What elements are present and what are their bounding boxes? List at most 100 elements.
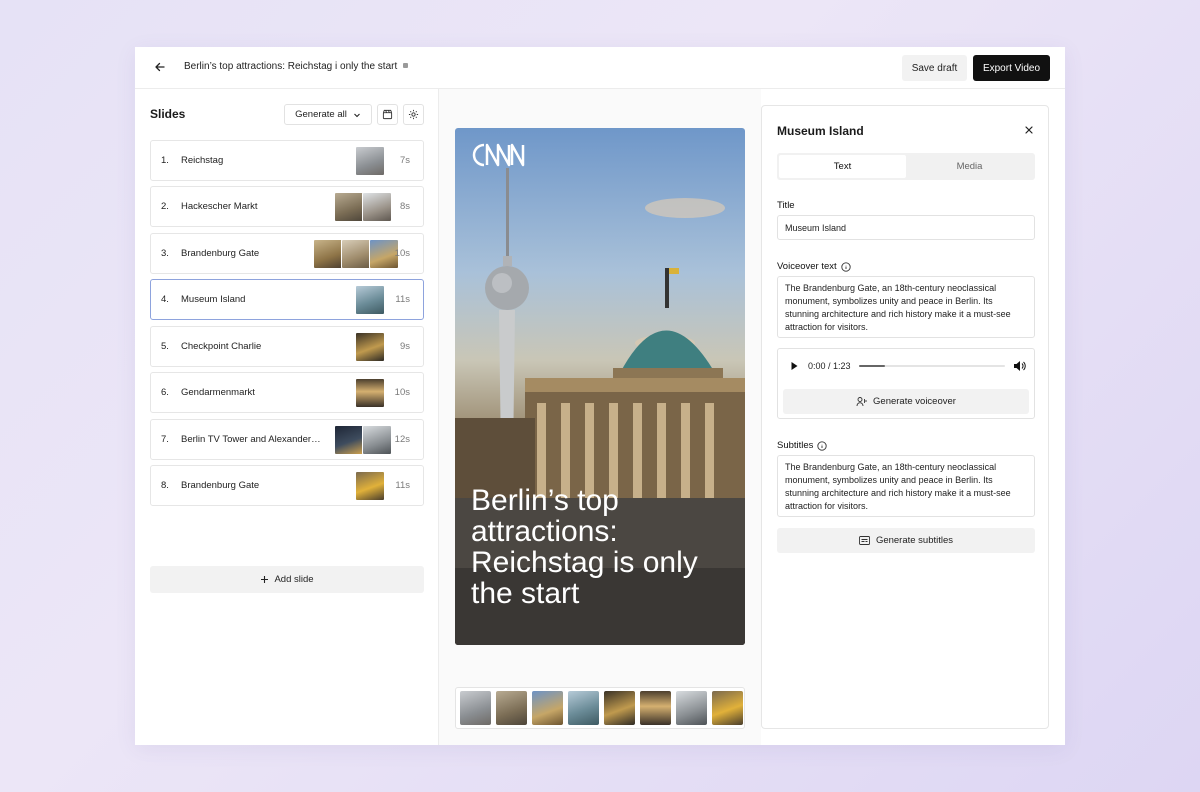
voiceover-textarea[interactable]: The Brandenburg Gate, an 18th-century ne… (777, 276, 1035, 338)
slide-thumbnails (355, 285, 385, 315)
slide-thumbnail (313, 239, 343, 269)
preview-area: Berlin’s top attractions: Reichstag is o… (439, 89, 761, 745)
slide-name: Brandenburg Gate (181, 248, 260, 259)
slide-name: Gendarmenmarkt (181, 387, 255, 398)
slide-number: 1. (161, 155, 169, 166)
slide-name: Brandenburg Gate (181, 480, 260, 491)
slide-thumbnails (334, 192, 392, 222)
slide-duration: 10s (394, 387, 410, 398)
slide-thumbnails (355, 146, 385, 176)
save-status-icon (403, 63, 409, 68)
filmstrip-thumbnail[interactable] (640, 691, 671, 725)
slide-duration: 12s (394, 434, 410, 445)
slide-name: Reichstag (181, 155, 224, 166)
clapperboard-button[interactable] (377, 104, 398, 125)
filmstrip-thumbnail[interactable] (712, 691, 743, 725)
slide-thumbnail (334, 425, 364, 455)
subtitles-label-text: Subtitles (777, 440, 814, 451)
settings-button[interactable] (403, 104, 424, 125)
slide-headline: Berlin’s top attractions: Reichstag is o… (471, 484, 698, 610)
volume-icon[interactable] (1013, 360, 1026, 372)
slide-row-2[interactable]: 2. Hackescher Markt 8s (150, 186, 424, 227)
filmstrip-thumbnail[interactable] (532, 691, 563, 725)
tab-text[interactable]: Text (779, 155, 906, 178)
generate-voiceover-button[interactable]: Generate voiceover (783, 389, 1029, 414)
slide-row-7[interactable]: 7. Berlin TV Tower and Alexander… 12s (150, 419, 424, 460)
slide-name: Checkpoint Charlie (181, 341, 262, 352)
slide-number: 4. (161, 294, 169, 305)
slide-duration: 9s (399, 341, 410, 352)
export-video-button[interactable]: Export Video (973, 55, 1050, 81)
close-icon[interactable] (1024, 125, 1034, 135)
document-title[interactable]: Berlin’s top attractions: Reichstag i on… (184, 61, 409, 72)
audio-time: 0:00 / 1:23 (808, 361, 851, 371)
audio-progress-slider[interactable] (859, 365, 1005, 367)
filmstrip-thumbnail[interactable] (676, 691, 707, 725)
generate-subtitles-label: Generate subtitles (875, 535, 954, 546)
slide-thumbnail (362, 425, 392, 455)
slide-row-6[interactable]: 6. Gendarmenmarkt 10s (150, 372, 424, 413)
title-label-text: Title (777, 200, 795, 211)
slide-thumbnail (355, 332, 385, 362)
slide-duration: 8s (399, 201, 410, 212)
slide-thumbnail (355, 378, 385, 408)
editor-window: Berlin’s top attractions: Reichstag i on… (135, 47, 1065, 745)
generate-all-button[interactable]: Generate all (284, 104, 372, 125)
slide-number: 7. (161, 434, 169, 445)
back-arrow-icon[interactable] (153, 60, 167, 74)
plus-icon (261, 576, 269, 583)
add-slide-label: Add slide (274, 574, 314, 585)
subtitles-label: Subtitles (777, 440, 828, 451)
filmstrip-thumbnail[interactable] (604, 691, 635, 725)
slide-row-4[interactable]: 4. Museum Island 11s (150, 279, 424, 320)
title-input[interactable] (777, 215, 1035, 240)
slide-thumbnail (341, 239, 371, 269)
title-label: Title (777, 200, 795, 211)
slide-thumbnail (362, 192, 392, 222)
slide-number: 3. (161, 248, 169, 259)
play-icon[interactable] (790, 361, 799, 371)
slide-details-panel: Museum Island Text Media Title Voiceover… (761, 105, 1049, 729)
slide-thumbnails (355, 332, 385, 362)
tab-media[interactable]: Media (906, 155, 1033, 178)
filmstrip (455, 687, 745, 729)
slide-name: Berlin TV Tower and Alexander… (181, 434, 321, 445)
slide-thumbnail (334, 192, 364, 222)
info-icon[interactable] (817, 440, 828, 451)
slides-heading: Slides (150, 107, 186, 121)
filmstrip-thumbnail[interactable] (460, 691, 491, 725)
slide-duration: 11s (395, 480, 410, 491)
filmstrip-thumbnail[interactable] (568, 691, 599, 725)
slide-thumbnail (355, 471, 385, 501)
generate-all-label: Generate all (295, 109, 347, 120)
generate-voiceover-label: Generate voiceover (873, 396, 956, 407)
gear-icon (408, 109, 419, 120)
slide-preview[interactable]: Berlin’s top attractions: Reichstag is o… (455, 128, 745, 645)
generate-subtitles-button[interactable]: Generate subtitles (777, 528, 1035, 553)
slide-thumbnails (313, 239, 399, 269)
slide-thumbnails (334, 425, 392, 455)
subtitles-icon (858, 536, 870, 545)
voiceover-label: Voiceover text (777, 261, 851, 272)
slide-row-5[interactable]: 5. Checkpoint Charlie 9s (150, 326, 424, 367)
slide-thumbnails (355, 378, 385, 408)
slide-duration: 11s (395, 294, 410, 305)
top-bar: Berlin’s top attractions: Reichstag i on… (135, 47, 1065, 89)
info-icon[interactable] (841, 261, 851, 272)
slide-duration: 10s (394, 248, 410, 259)
save-draft-button[interactable]: Save draft (902, 55, 967, 81)
chevron-down-icon (353, 113, 360, 117)
filmstrip-thumbnail[interactable] (496, 691, 527, 725)
slide-name: Hackescher Markt (181, 201, 258, 212)
slide-number: 5. (161, 341, 169, 352)
slide-thumbnail (355, 146, 385, 176)
panel-title: Museum Island (777, 124, 864, 138)
subtitles-textarea[interactable]: The Brandenburg Gate, an 18th-century ne… (777, 455, 1035, 517)
slide-number: 8. (161, 480, 169, 491)
slide-row-3[interactable]: 3. Brandenburg Gate 10s (150, 233, 424, 274)
slide-name: Museum Island (181, 294, 246, 305)
add-slide-button[interactable]: Add slide (150, 566, 424, 593)
slide-row-1[interactable]: 1. Reichstag 7s (150, 140, 424, 181)
slide-row-8[interactable]: 8. Brandenburg Gate 11s (150, 465, 424, 506)
audio-player: 0:00 / 1:23 Generate voiceover (777, 348, 1035, 419)
